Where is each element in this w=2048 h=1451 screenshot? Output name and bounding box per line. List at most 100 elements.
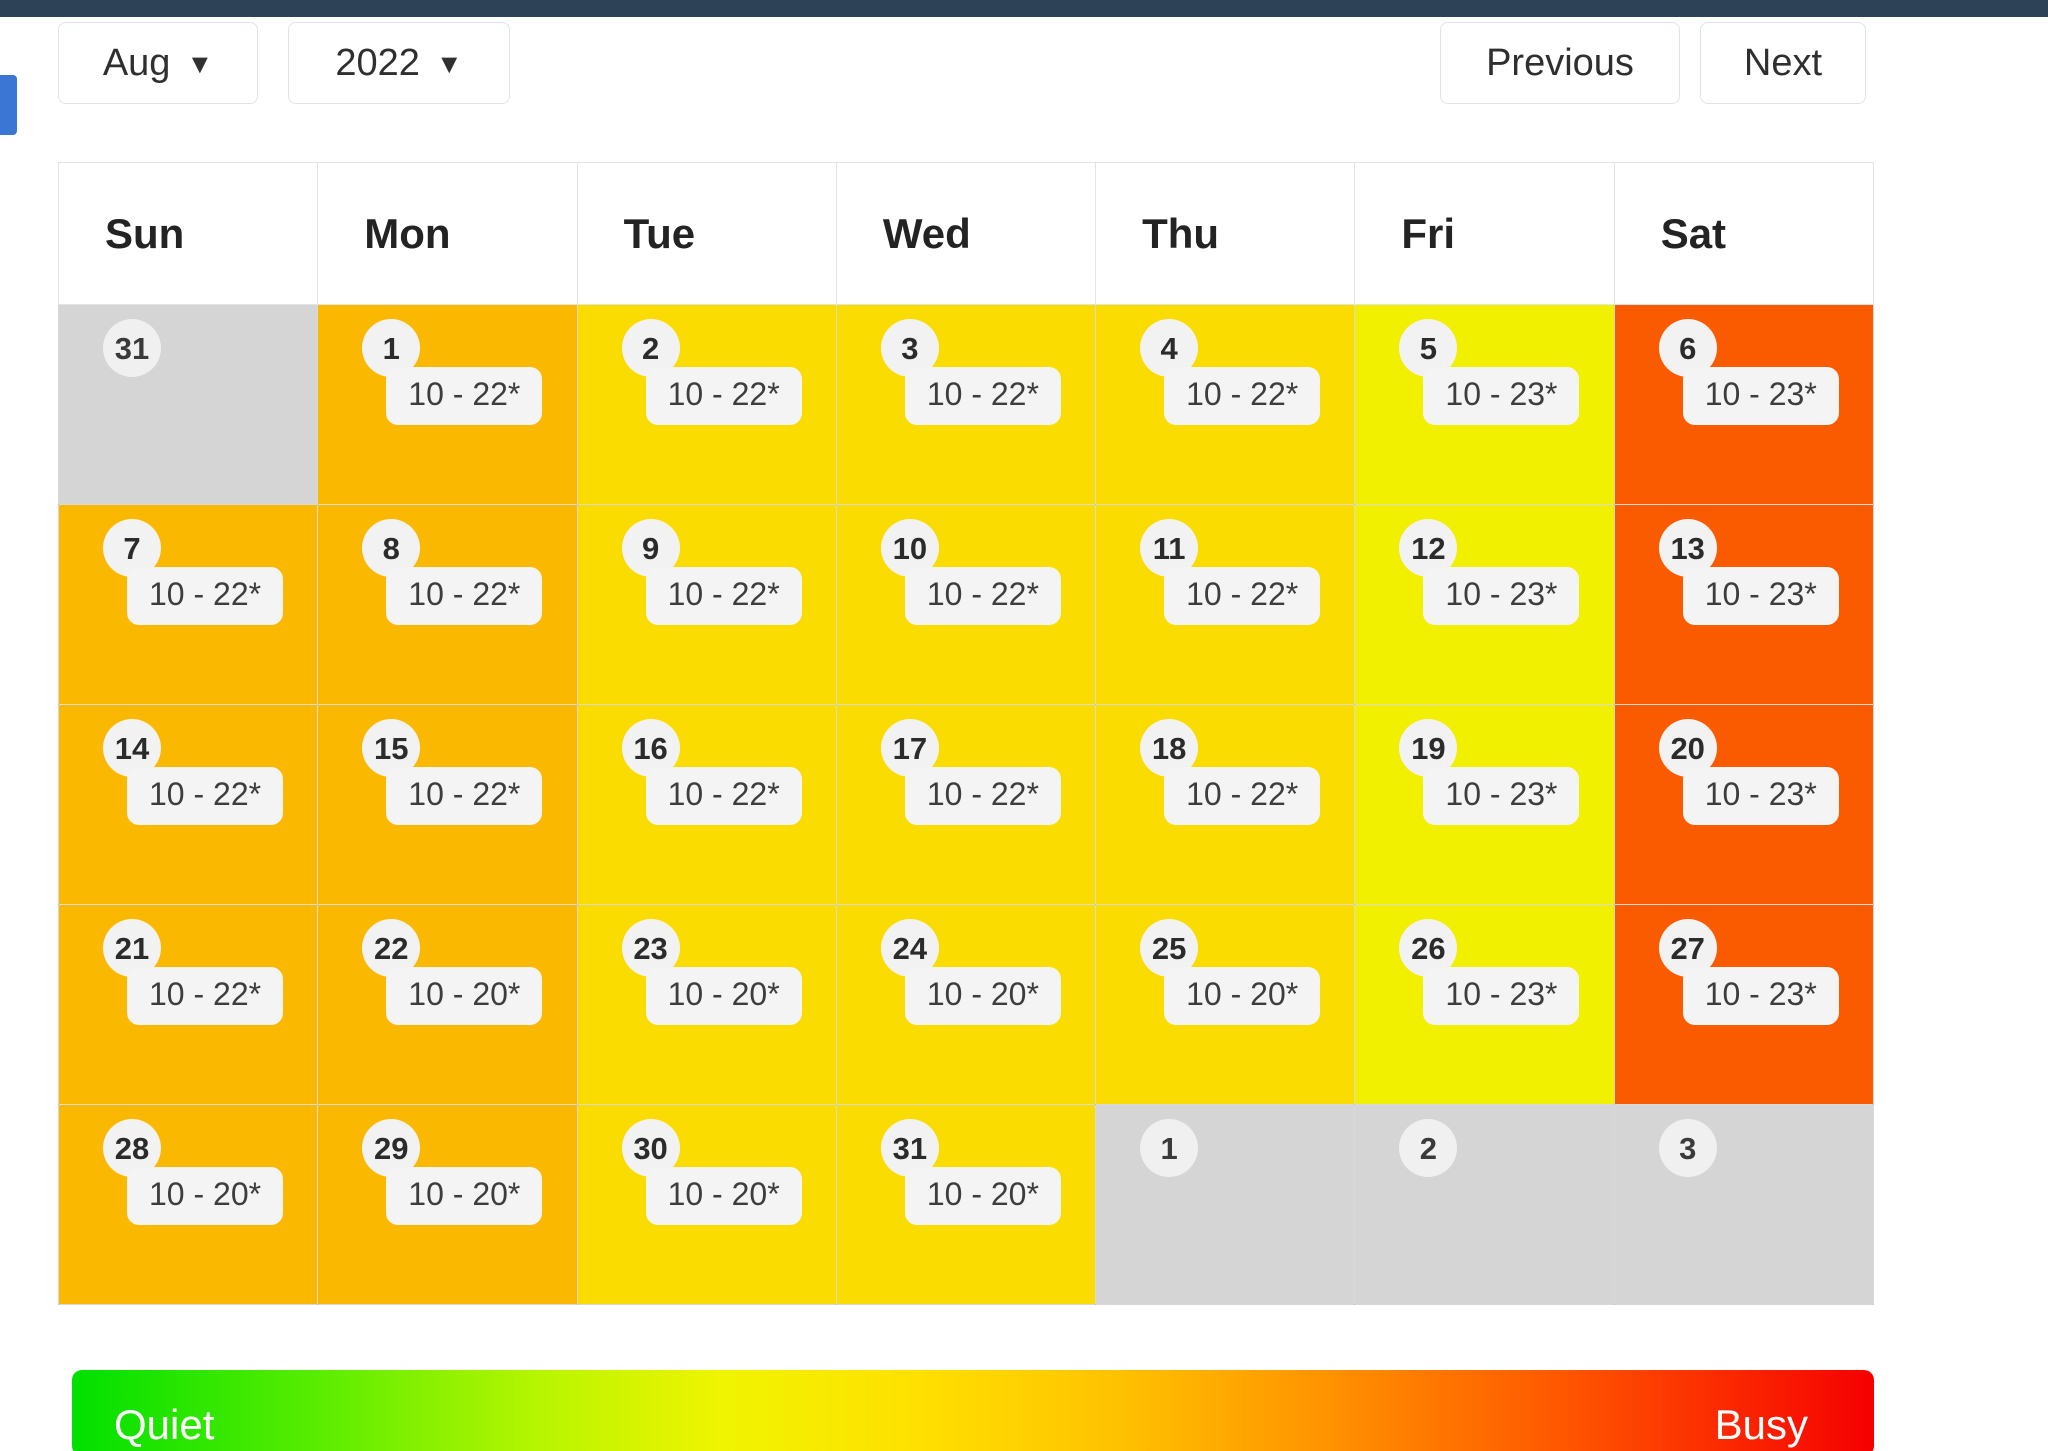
calendar-day-content: 24 10 - 20* <box>837 905 1095 1104</box>
calendar-day-content: 13 10 - 23* <box>1615 505 1873 704</box>
calendar-day-content: 15 10 - 22* <box>318 705 576 904</box>
opening-hours-badge: 10 - 22* <box>645 567 802 625</box>
opening-hours-badge: 10 - 20* <box>645 967 802 1025</box>
calendar-day-cell[interactable]: 2 <box>1354 1104 1615 1305</box>
opening-hours-badge: 10 - 22* <box>645 767 802 825</box>
opening-hours-badge: 10 - 23* <box>1423 767 1580 825</box>
calendar-day-content: 30 10 - 20* <box>578 1105 836 1304</box>
calendar-day-content: 9 10 - 22* <box>578 505 836 704</box>
year-select-button[interactable]: 2022 ▼ <box>288 22 510 104</box>
calendar-day-content: 1 <box>1096 1105 1354 1304</box>
calendar-day-cell[interactable]: 4 10 - 22* <box>1095 304 1356 505</box>
calendar-day-cell[interactable]: 25 10 - 20* <box>1095 904 1356 1105</box>
calendar-day-cell[interactable]: 9 10 - 22* <box>576 504 837 705</box>
chevron-down-icon: ▼ <box>435 48 463 79</box>
busyness-legend: Quiet Busy <box>72 1370 1874 1451</box>
calendar-day-cell[interactable]: 31 10 - 20* <box>835 1104 1097 1305</box>
calendar-day-cell[interactable]: 12 10 - 23* <box>1354 504 1615 705</box>
calendar-day-cell[interactable]: 30 10 - 20* <box>576 1104 837 1305</box>
calendar-day-cell[interactable]: 28 10 - 20* <box>57 1104 319 1305</box>
calendar-day-content: 12 10 - 23* <box>1355 505 1613 704</box>
calendar-day-cell[interactable]: 19 10 - 23* <box>1354 704 1615 905</box>
calendar-day-cell[interactable]: 29 10 - 20* <box>317 1104 578 1305</box>
calendar-day-content: 14 10 - 22* <box>59 705 317 904</box>
legend-quiet-label: Quiet <box>114 1401 215 1448</box>
chevron-down-icon: ▼ <box>186 48 214 79</box>
calendar-day-cell[interactable]: 8 10 - 22* <box>317 504 578 705</box>
calendar-day-content: 19 10 - 23* <box>1355 705 1613 904</box>
calendar-day-cell[interactable]: 18 10 - 22* <box>1095 704 1356 905</box>
calendar-day-content: 25 10 - 20* <box>1096 905 1354 1104</box>
calendar-day-cell[interactable]: 22 10 - 20* <box>317 904 578 1105</box>
opening-hours-badge: 10 - 20* <box>1164 967 1321 1025</box>
opening-hours-badge: 10 - 22* <box>1164 567 1321 625</box>
opening-hours-badge: 10 - 22* <box>386 767 543 825</box>
opening-hours-badge: 10 - 22* <box>645 367 802 425</box>
weekday-header-mon: Mon <box>317 162 578 305</box>
calendar-day-content: 7 10 - 22* <box>59 505 317 704</box>
calendar-day-cell[interactable]: 21 10 - 22* <box>57 904 319 1105</box>
calendar-day-cell[interactable]: 1 10 - 22* <box>317 304 578 505</box>
calendar-day-cell[interactable]: 14 10 - 22* <box>57 704 319 905</box>
opening-hours-badge: 10 - 22* <box>1164 767 1321 825</box>
previous-button[interactable]: Previous <box>1440 22 1680 104</box>
calendar-day-content: 26 10 - 23* <box>1355 905 1613 1104</box>
day-number-badge: 31 <box>103 319 161 377</box>
day-number-badge: 1 <box>1140 1119 1199 1177</box>
opening-hours-badge: 10 - 22* <box>386 567 543 625</box>
calendar-day-content: 8 10 - 22* <box>318 505 576 704</box>
calendar-day-cell[interactable]: 7 10 - 22* <box>57 504 319 705</box>
month-select-label: Aug <box>102 41 171 84</box>
calendar-week-row: 14 10 - 22* 15 10 - 22* 16 10 - 22* 17 10 - 22*… <box>57 704 1875 905</box>
calendar-day-cell[interactable]: 10 10 - 22* <box>835 504 1097 705</box>
calendar-day-cell[interactable]: 6 10 - 23* <box>1613 304 1875 505</box>
opening-hours-badge: 10 - 20* <box>645 1167 802 1225</box>
calendar-day-content: 28 10 - 20* <box>59 1105 317 1304</box>
calendar-day-cell[interactable]: 24 10 - 20* <box>835 904 1097 1105</box>
calendar-day-content: 18 10 - 22* <box>1096 705 1354 904</box>
opening-hours-badge: 10 - 23* <box>1682 567 1839 625</box>
calendar-day-cell[interactable]: 3 10 - 22* <box>835 304 1097 505</box>
calendar-day-cell[interactable]: 16 10 - 22* <box>576 704 837 905</box>
calendar-grid: Sun Mon Tue Wed Thu Fri Sat 31 1 10 - 22* 2 10 - 2… <box>57 162 1875 1305</box>
opening-hours-badge: 10 - 22* <box>1164 367 1321 425</box>
calendar-day-cell[interactable]: 20 10 - 23* <box>1613 704 1875 905</box>
calendar-day-cell[interactable]: 13 10 - 23* <box>1613 504 1875 705</box>
calendar-day-content: 27 10 - 23* <box>1615 905 1873 1104</box>
opening-hours-badge: 10 - 23* <box>1682 967 1839 1025</box>
calendar-day-content: 31 10 - 20* <box>837 1105 1095 1304</box>
calendar-day-content: 11 10 - 22* <box>1096 505 1354 704</box>
calendar-day-cell[interactable]: 11 10 - 22* <box>1095 504 1356 705</box>
opening-hours-badge: 10 - 22* <box>127 567 284 625</box>
opening-hours-badge: 10 - 22* <box>904 567 1061 625</box>
calendar-toolbar: Aug ▼ 2022 ▼ Previous Next <box>0 22 2048 118</box>
next-button[interactable]: Next <box>1700 22 1866 104</box>
calendar-week-row: 21 10 - 22* 22 10 - 20* 23 10 - 20* 24 10 - 20*… <box>57 904 1875 1105</box>
calendar-page: Aug ▼ 2022 ▼ Previous Next Sun Mon Tue Wed T… <box>0 0 2048 1451</box>
weekday-header-tue: Tue <box>576 162 837 305</box>
calendar-day-cell[interactable]: 15 10 - 22* <box>317 704 578 905</box>
calendar-day-cell[interactable]: 17 10 - 22* <box>835 704 1097 905</box>
calendar-day-content: 20 10 - 23* <box>1615 705 1873 904</box>
opening-hours-badge: 10 - 20* <box>386 1167 543 1225</box>
opening-hours-badge: 10 - 22* <box>127 767 284 825</box>
weekday-header-wed: Wed <box>835 162 1097 305</box>
calendar-day-cell[interactable]: 31 <box>57 304 319 505</box>
calendar-day-cell[interactable]: 5 10 - 23* <box>1354 304 1615 505</box>
calendar-week-row: 7 10 - 22* 8 10 - 22* 9 10 - 22* 10 10 - 22* 11 1… <box>57 504 1875 705</box>
calendar-day-cell[interactable]: 23 10 - 20* <box>576 904 837 1105</box>
calendar-day-content: 5 10 - 23* <box>1355 305 1613 504</box>
month-select-button[interactable]: Aug ▼ <box>58 22 258 104</box>
calendar-day-content: 3 10 - 22* <box>837 305 1095 504</box>
opening-hours-badge: 10 - 20* <box>904 1167 1061 1225</box>
calendar-day-content: 10 10 - 22* <box>837 505 1095 704</box>
calendar-day-content: 4 10 - 22* <box>1096 305 1354 504</box>
calendar-body: 31 1 10 - 22* 2 10 - 22* 3 10 - 22* 4 10 - 22* 5 1… <box>57 304 1875 1305</box>
opening-hours-badge: 10 - 23* <box>1682 367 1839 425</box>
calendar-day-cell[interactable]: 2 10 - 22* <box>576 304 837 505</box>
calendar-day-cell[interactable]: 3 <box>1613 1104 1875 1305</box>
calendar-day-cell[interactable]: 1 <box>1095 1104 1356 1305</box>
opening-hours-badge: 10 - 23* <box>1682 767 1839 825</box>
calendar-day-cell[interactable]: 26 10 - 23* <box>1354 904 1615 1105</box>
calendar-day-cell[interactable]: 27 10 - 23* <box>1613 904 1875 1105</box>
